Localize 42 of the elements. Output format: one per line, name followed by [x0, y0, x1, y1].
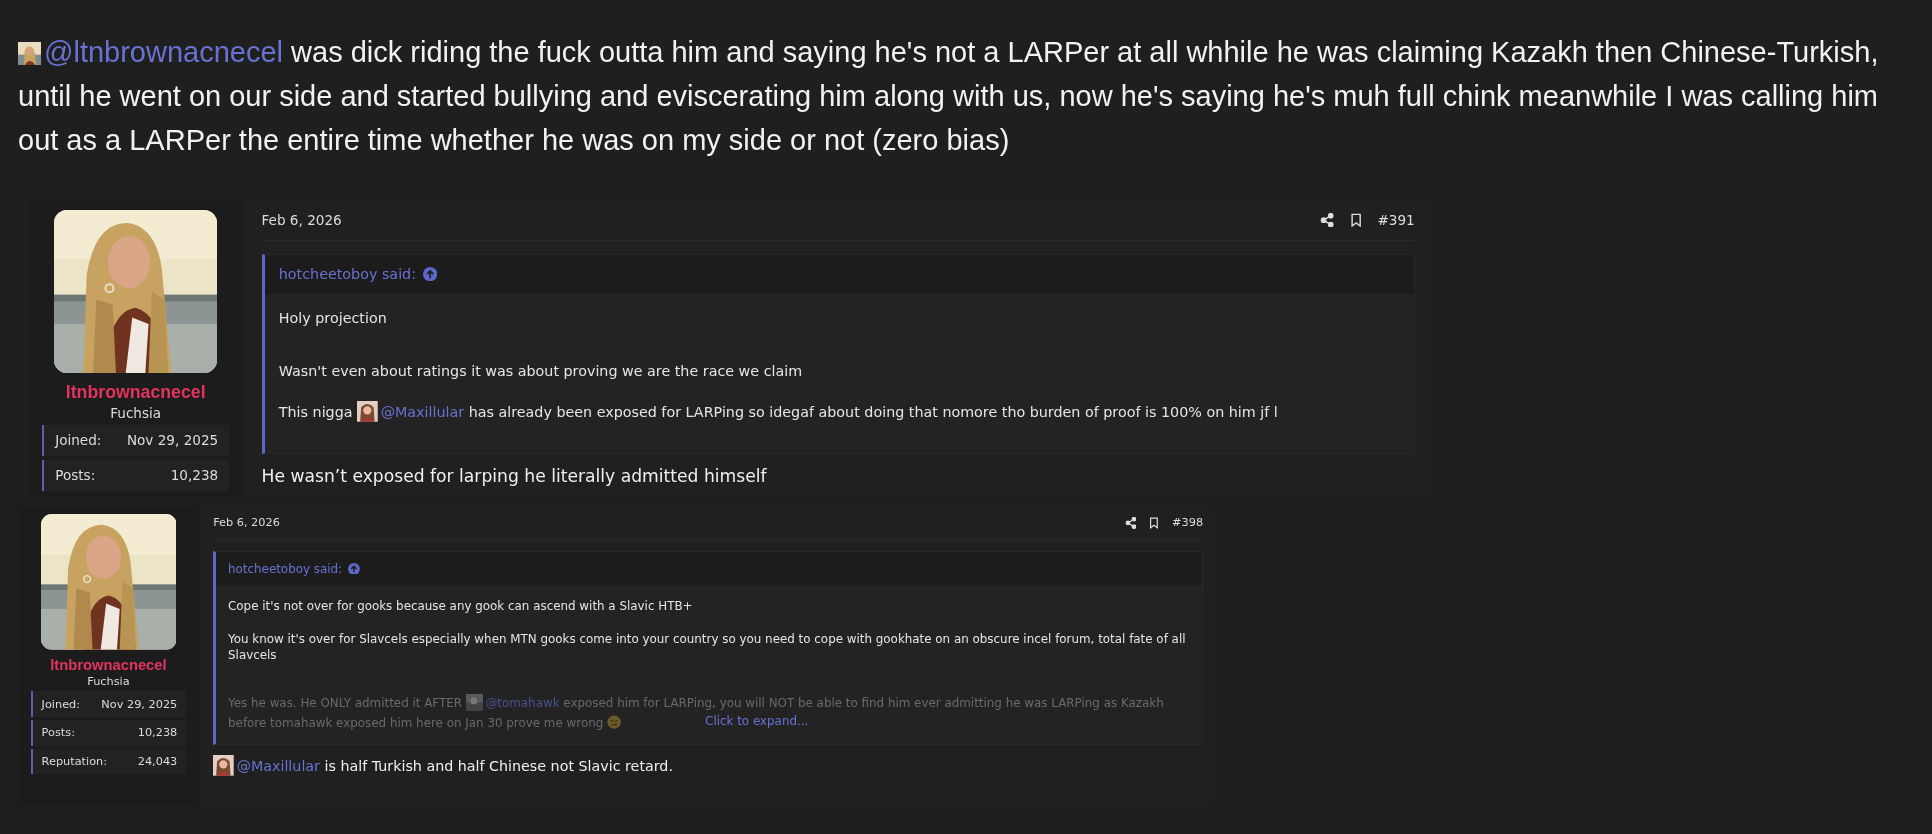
quote-text: This nigga @Maxillular has already been exposed for LARPing so idegaf about doing that nomore tho burden of proof is 100% on him jf l	[278, 400, 1400, 422]
username[interactable]: ltnbrownacnecel	[50, 657, 167, 674]
stat-value: Nov 29, 2025	[101, 697, 178, 711]
quote-text: Wasn't even about ratings it was about proving we are the race we claim	[278, 361, 804, 381]
arrow-up-icon[interactable]	[348, 562, 360, 575]
stat-label: Joined:	[55, 432, 102, 449]
expand-link[interactable]: Click to expand...	[705, 713, 809, 728]
mention-link[interactable]: @Maxillular	[236, 757, 320, 774]
quote-text: You know it's over for Slavcels especially when MTN gooks come into your country so you need to cope with gookhate on an obscure incel forum, total fate of all Slavcels	[228, 630, 1187, 663]
bookmark-icon[interactable]	[1348, 212, 1364, 228]
post-text: @Maxillular is half Turkish and half Chinese not Slavic retard.	[213, 754, 1204, 776]
post-number[interactable]: #391	[1377, 212, 1415, 228]
stat-label: Reputation:	[41, 755, 108, 769]
user-title: Fuchsia	[110, 404, 162, 421]
post-text: He wasn’t exposed for larping he literally admitted himself	[261, 466, 768, 487]
quote-author-link[interactable]: hotcheetoboy said:	[228, 561, 343, 576]
post-date[interactable]: Feb 6, 2026	[261, 212, 342, 228]
quote-author-link[interactable]: hotcheetoboy said:	[278, 266, 416, 283]
angry-face-icon	[606, 715, 622, 730]
username[interactable]: ltnbrownacnecel	[65, 381, 206, 403]
mention-link[interactable]: @tomahawk	[485, 696, 560, 710]
stat-label: Posts:	[55, 467, 96, 484]
arrow-up-icon[interactable]	[423, 267, 438, 282]
mention-link[interactable]: @ltnbrownacnecel	[44, 36, 283, 68]
stat-value: 24,043	[137, 755, 178, 769]
quote-text: Yes he was. He ONLY admitted it AFTER @tomahawk exposed him for LARPing, you will NOT be able to find him ever admitting he was LARPing as Kazakh	[228, 693, 1164, 712]
quote-text: Holy projection	[278, 309, 388, 329]
share-icon[interactable]	[1124, 516, 1137, 529]
message-text: @ltnbrownacnecel was dick riding the fuck outta him and saying he's not a LARPer at all whhile he was claiming Kazakh then Chinese-Turkish, until he went on our side and started bullying and eviscerating him along with us, now he's saying he's muh full chink meanwhile I was calling him out as a LARPer the entire time whether he was on my side or not (zero bias)	[17, 35, 1880, 158]
stat-label: Posts:	[41, 726, 75, 740]
quote-text: Cope it's not over for gooks because any gook can ascend with a Slavic HTB+	[228, 598, 694, 615]
stat-value: Nov 29, 2025	[126, 432, 219, 449]
post-date[interactable]: Feb 6, 2026	[213, 516, 280, 530]
mention-link[interactable]: @Maxillular	[380, 403, 465, 420]
quote-text: before tomahawk exposed him here on Jan 30 prove me wrong	[228, 714, 622, 731]
stat-value: 10,238	[137, 726, 178, 740]
share-icon[interactable]	[1320, 212, 1335, 228]
user-title: Fuchsia	[87, 675, 130, 689]
stat-label: Joined:	[41, 697, 81, 711]
stat-value: 10,238	[170, 467, 219, 484]
bookmark-icon[interactable]	[1148, 516, 1161, 529]
post-number[interactable]: #398	[1172, 516, 1204, 530]
